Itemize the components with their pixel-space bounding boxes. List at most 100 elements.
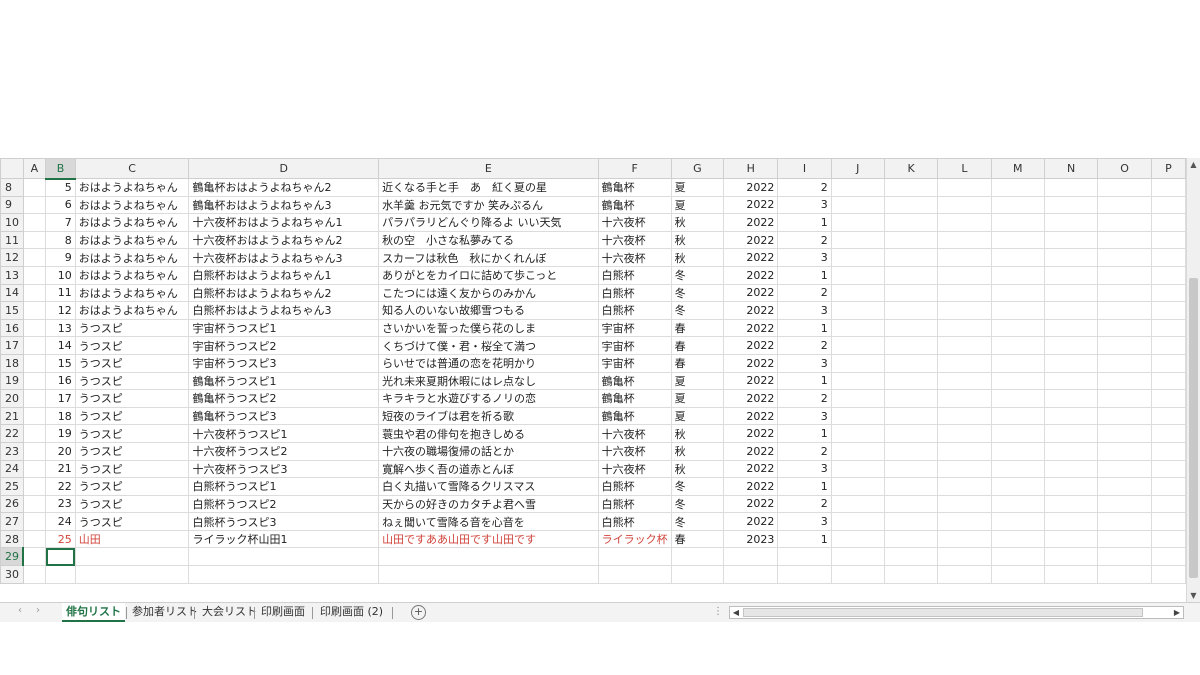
cell-i[interactable]: 2 bbox=[777, 178, 832, 197]
cell-g[interactable]: 冬 bbox=[670, 301, 725, 320]
cell-b[interactable]: 10 bbox=[45, 265, 76, 285]
cell-a[interactable] bbox=[22, 353, 47, 373]
row-header[interactable]: 25 bbox=[0, 477, 24, 496]
empty-cell[interactable] bbox=[1150, 459, 1186, 479]
empty-cell[interactable] bbox=[1097, 230, 1152, 250]
cell-h[interactable]: 2022 bbox=[723, 336, 779, 355]
empty-cell[interactable] bbox=[937, 477, 992, 496]
empty-cell[interactable] bbox=[883, 389, 939, 408]
empty-cell[interactable] bbox=[1097, 336, 1152, 355]
column-header-n[interactable]: N bbox=[1043, 158, 1099, 179]
cell-a[interactable] bbox=[22, 248, 47, 267]
cell-e[interactable]: 知る人のいない故郷雪つもる bbox=[378, 301, 599, 320]
cell-a[interactable] bbox=[22, 441, 47, 461]
cell-i[interactable]: 3 bbox=[777, 459, 832, 479]
cell-b[interactable]: 16 bbox=[45, 371, 76, 391]
cell-b[interactable]: 15 bbox=[45, 353, 76, 373]
cell-i[interactable]: 2 bbox=[777, 230, 832, 250]
column-header-k[interactable]: K bbox=[883, 158, 939, 179]
cell-c[interactable]: おはようよねちゃん bbox=[74, 195, 190, 215]
horizontal-scrollbar[interactable]: ◀ ▶ bbox=[729, 606, 1184, 619]
cell-h[interactable] bbox=[723, 565, 779, 584]
row-header[interactable]: 21 bbox=[0, 406, 24, 426]
cell-b[interactable]: 9 bbox=[45, 248, 76, 267]
cell-g[interactable]: 秋 bbox=[670, 213, 725, 232]
empty-cell[interactable] bbox=[830, 477, 885, 496]
cell-f[interactable]: 十六夜杯 bbox=[597, 424, 672, 443]
cell-f[interactable]: ライラック杯 bbox=[597, 529, 672, 549]
cell-e[interactable]: 短夜のライブは君を祈る歌 bbox=[378, 406, 599, 426]
column-header-l[interactable]: L bbox=[937, 158, 992, 179]
cell-d[interactable] bbox=[188, 547, 380, 567]
empty-cell[interactable] bbox=[1150, 406, 1186, 426]
cell-f[interactable]: 白熊杯 bbox=[597, 301, 672, 320]
empty-cell[interactable] bbox=[1043, 283, 1099, 303]
empty-cell[interactable] bbox=[1097, 389, 1152, 408]
cell-a[interactable] bbox=[22, 265, 47, 285]
empty-cell[interactable] bbox=[830, 213, 885, 232]
row-header[interactable]: 27 bbox=[0, 512, 24, 531]
cell-h[interactable]: 2022 bbox=[723, 178, 779, 197]
empty-cell[interactable] bbox=[1097, 265, 1152, 285]
empty-cell[interactable] bbox=[1097, 301, 1152, 320]
row-header[interactable]: 10 bbox=[0, 213, 24, 232]
empty-cell[interactable] bbox=[1043, 389, 1099, 408]
cell-c[interactable]: おはようよねちゃん bbox=[74, 230, 190, 250]
column-header-p[interactable]: P bbox=[1150, 158, 1186, 179]
empty-cell[interactable] bbox=[990, 512, 1045, 531]
plus-circle-icon[interactable]: + bbox=[411, 605, 426, 620]
row-header[interactable]: 9 bbox=[0, 195, 24, 215]
cell-a[interactable] bbox=[22, 283, 47, 303]
empty-cell[interactable] bbox=[1043, 178, 1099, 197]
cell-f[interactable]: 宇宙杯 bbox=[597, 318, 672, 338]
cell-f[interactable]: 宇宙杯 bbox=[597, 353, 672, 373]
cell-e[interactable]: パラパラリどんぐり降るよ いい天気 bbox=[378, 213, 599, 232]
empty-cell[interactable] bbox=[990, 459, 1045, 479]
empty-cell[interactable] bbox=[883, 213, 939, 232]
tab-haiku-list[interactable]: 俳句リスト bbox=[62, 603, 125, 622]
splitter-grip-icon[interactable]: ⋮ bbox=[713, 606, 723, 617]
empty-cell[interactable] bbox=[1097, 547, 1152, 567]
cell-i[interactable]: 3 bbox=[777, 301, 832, 320]
cell-a[interactable] bbox=[22, 178, 47, 197]
empty-cell[interactable] bbox=[1043, 424, 1099, 443]
cell-h[interactable]: 2022 bbox=[723, 318, 779, 338]
scroll-left-icon[interactable]: ◀ bbox=[730, 607, 742, 618]
empty-cell[interactable] bbox=[937, 459, 992, 479]
empty-cell[interactable] bbox=[1150, 213, 1186, 232]
empty-cell[interactable] bbox=[990, 424, 1045, 443]
cell-g[interactable]: 春 bbox=[670, 529, 725, 549]
cell-b[interactable]: 11 bbox=[45, 283, 76, 303]
empty-cell[interactable] bbox=[990, 301, 1045, 320]
cell-c[interactable]: うつスピ bbox=[74, 424, 190, 443]
empty-cell[interactable] bbox=[1043, 477, 1099, 496]
empty-cell[interactable] bbox=[990, 248, 1045, 267]
empty-cell[interactable] bbox=[830, 459, 885, 479]
empty-cell[interactable] bbox=[937, 547, 992, 567]
cell-f[interactable]: 白熊杯 bbox=[597, 265, 672, 285]
empty-cell[interactable] bbox=[883, 353, 939, 373]
empty-cell[interactable] bbox=[937, 178, 992, 197]
empty-cell[interactable] bbox=[990, 371, 1045, 391]
empty-cell[interactable] bbox=[830, 301, 885, 320]
cell-d[interactable] bbox=[188, 565, 380, 584]
cell-g[interactable]: 夏 bbox=[670, 178, 725, 197]
row-header[interactable]: 24 bbox=[0, 459, 24, 479]
cell-b[interactable]: 8 bbox=[45, 230, 76, 250]
cell-c[interactable]: うつスピ bbox=[74, 318, 190, 338]
cell-b[interactable]: 13 bbox=[45, 318, 76, 338]
empty-cell[interactable] bbox=[830, 389, 885, 408]
empty-cell[interactable] bbox=[1043, 353, 1099, 373]
column-header-c[interactable]: C bbox=[74, 158, 190, 179]
cell-f[interactable]: 白熊杯 bbox=[597, 494, 672, 514]
cell-c[interactable]: おはようよねちゃん bbox=[74, 301, 190, 320]
empty-cell[interactable] bbox=[1150, 301, 1186, 320]
empty-cell[interactable] bbox=[830, 318, 885, 338]
empty-cell[interactable] bbox=[883, 230, 939, 250]
cell-f[interactable]: 十六夜杯 bbox=[597, 230, 672, 250]
cell-a[interactable] bbox=[22, 477, 47, 496]
empty-cell[interactable] bbox=[990, 265, 1045, 285]
empty-cell[interactable] bbox=[830, 565, 885, 584]
cell-a[interactable] bbox=[22, 512, 47, 531]
cell-c[interactable]: おはようよねちゃん bbox=[74, 178, 190, 197]
